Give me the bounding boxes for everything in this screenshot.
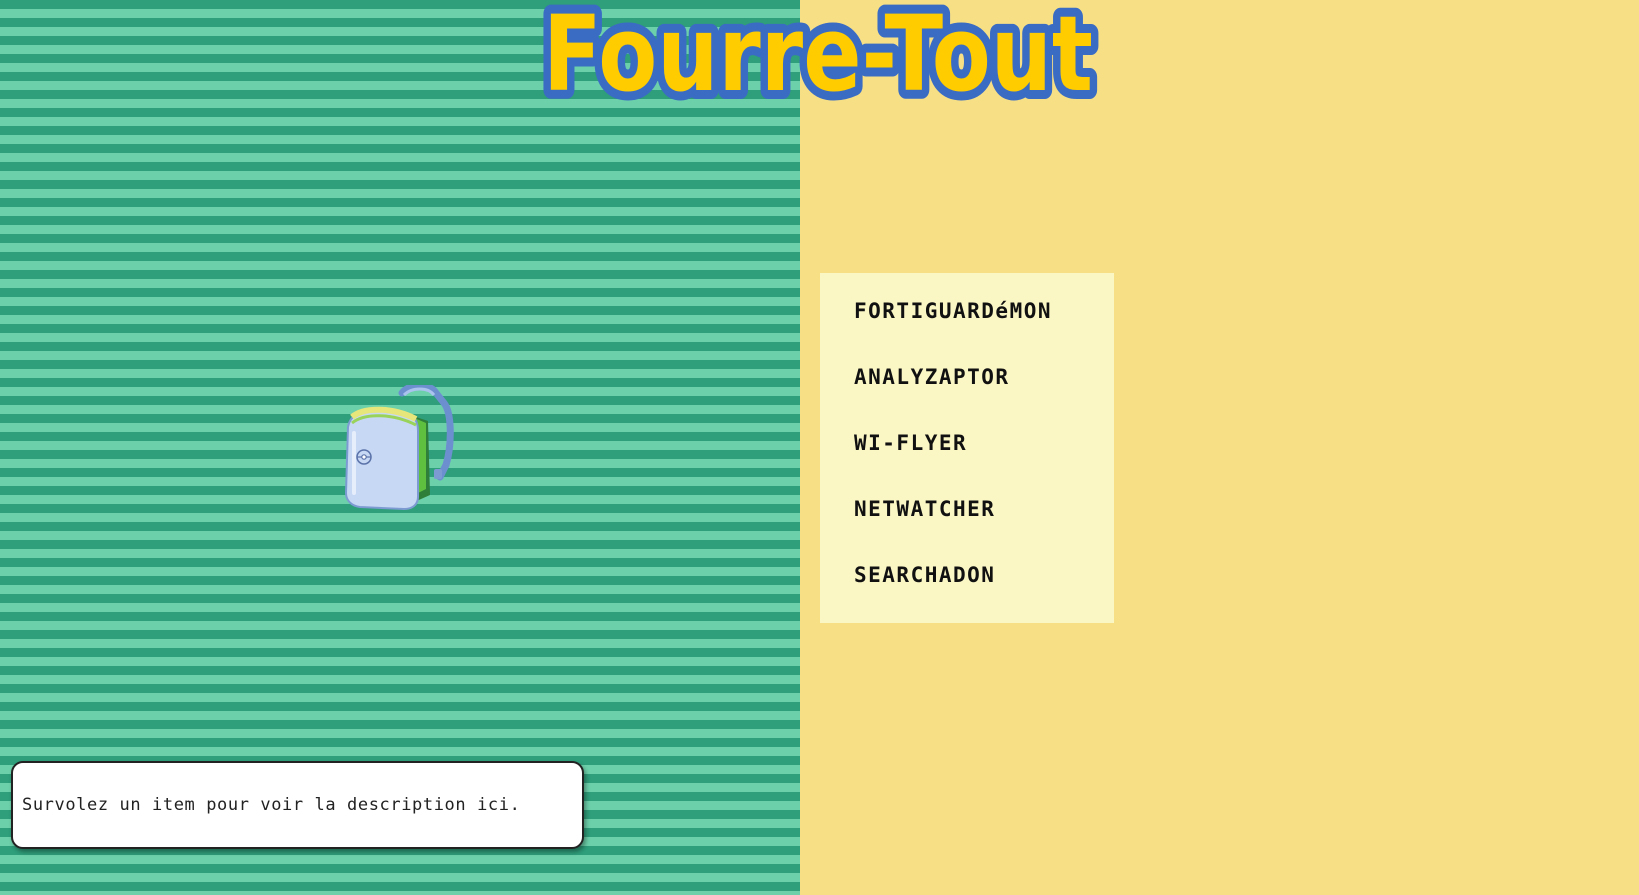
logo-text: Fourre-Tout bbox=[543, 0, 1093, 115]
menu-item-analyzaptor[interactable]: ANALYZAPTOR bbox=[854, 367, 1114, 433]
item-menu: FORTIGUARDéMON ANALYZAPTOR WI-FLYER NETW… bbox=[820, 273, 1114, 623]
description-text: Survolez un item pour voir la descriptio… bbox=[22, 795, 521, 815]
logo-graphic: Fourre-Tout Fourre-Tout bbox=[534, 0, 1102, 124]
logo: Fourre-Tout Fourre-Tout bbox=[534, 0, 1105, 124]
menu-item-searchadon[interactable]: SEARCHADON bbox=[854, 565, 1114, 631]
description-box: Survolez un item pour voir la descriptio… bbox=[11, 761, 584, 849]
menu-item-fortiguardemon[interactable]: FORTIGUARDéMON bbox=[854, 301, 1114, 367]
backpack-icon[interactable] bbox=[340, 382, 460, 520]
menu-item-netwatcher[interactable]: NETWATCHER bbox=[854, 499, 1114, 565]
menu-item-wi-flyer[interactable]: WI-FLYER bbox=[854, 433, 1114, 499]
